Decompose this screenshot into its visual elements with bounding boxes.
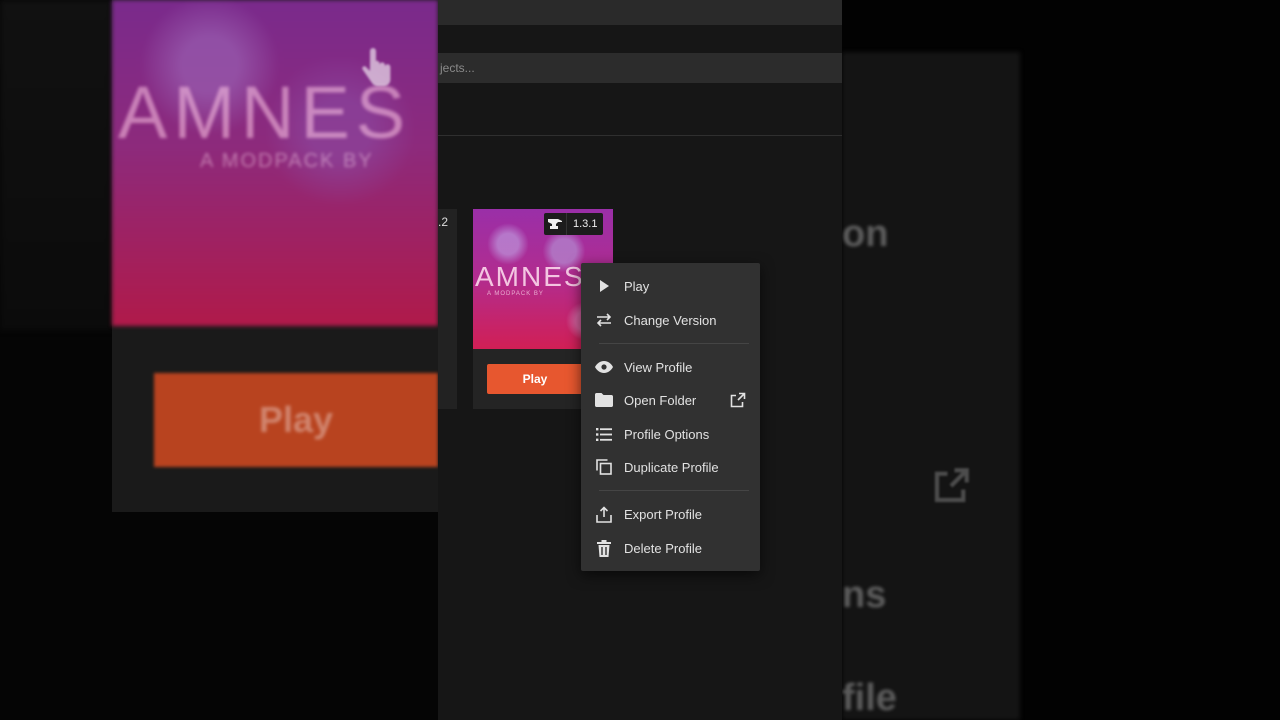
- menu-item-label: Export Profile: [624, 506, 703, 522]
- version-label: 1.3.1: [573, 218, 598, 230]
- zoomed-text-1: on: [842, 213, 889, 255]
- menu-item-play[interactable]: Play: [581, 271, 760, 301]
- zoomed-text-3: file: [842, 677, 897, 719]
- profile-art-subtitle: A MODPACK BY: [487, 291, 544, 297]
- menu-item-change-version[interactable]: Change Version: [581, 305, 760, 335]
- export-icon: [595, 505, 613, 523]
- header-divider: [438, 135, 842, 136]
- zoomed-menu-panel: [842, 52, 1020, 720]
- title-bar: [438, 0, 842, 25]
- play-button[interactable]: Play: [487, 364, 583, 394]
- menu-separator: [599, 490, 749, 491]
- menu-item-label: Open Folder: [624, 392, 697, 408]
- zoomed-background-right: on ns file: [842, 0, 1280, 720]
- zoomed-background-left: AMNES A MODPACK BY Play: [0, 0, 438, 720]
- menu-item-duplicate-profile[interactable]: Duplicate Profile: [581, 452, 760, 482]
- menu-item-open-folder[interactable]: Open Folder: [581, 385, 760, 415]
- menu-item-label: View Profile: [624, 359, 693, 375]
- anvil-icon: [544, 213, 567, 235]
- external-link-icon: [730, 392, 746, 408]
- zoomed-text-2: ns: [842, 574, 887, 616]
- list-icon: [595, 425, 613, 443]
- zoomed-art-subtitle: A MODPACK BY: [200, 150, 374, 172]
- menu-item-label: Change Version: [624, 312, 717, 328]
- zoomed-external-link-icon: [934, 468, 969, 503]
- menu-item-export-profile[interactable]: Export Profile: [581, 499, 760, 529]
- menu-item-label: Play: [624, 278, 650, 294]
- zoomed-hand-cursor-icon: [362, 48, 391, 86]
- previous-profile-version: .2: [438, 215, 449, 229]
- menu-item-view-profile[interactable]: View Profile: [581, 352, 760, 382]
- menu-item-label: Duplicate Profile: [624, 459, 719, 475]
- profile-art-title: AMNES: [475, 261, 585, 292]
- eye-icon: [595, 358, 613, 376]
- version-badge: 1.3.1: [544, 213, 604, 235]
- zoomed-play-button: Play: [154, 373, 438, 467]
- swap-icon: [595, 311, 613, 329]
- profile-context-menu: Play Change Version View Profile Open Fo…: [581, 263, 760, 571]
- play-icon: [595, 277, 613, 295]
- menu-item-label: Profile Options: [624, 426, 710, 442]
- duplicate-icon: [595, 458, 613, 476]
- trash-icon: [595, 539, 613, 557]
- zoomed-edge: [0, 0, 112, 330]
- menu-separator: [599, 343, 749, 344]
- search-input[interactable]: jects...: [438, 53, 842, 83]
- menu-item-profile-options[interactable]: Profile Options: [581, 419, 760, 449]
- folder-icon: [595, 391, 613, 409]
- previous-profile-card[interactable]: [438, 209, 457, 409]
- menu-item-delete-profile[interactable]: Delete Profile: [581, 533, 760, 563]
- menu-item-label: Delete Profile: [624, 540, 703, 556]
